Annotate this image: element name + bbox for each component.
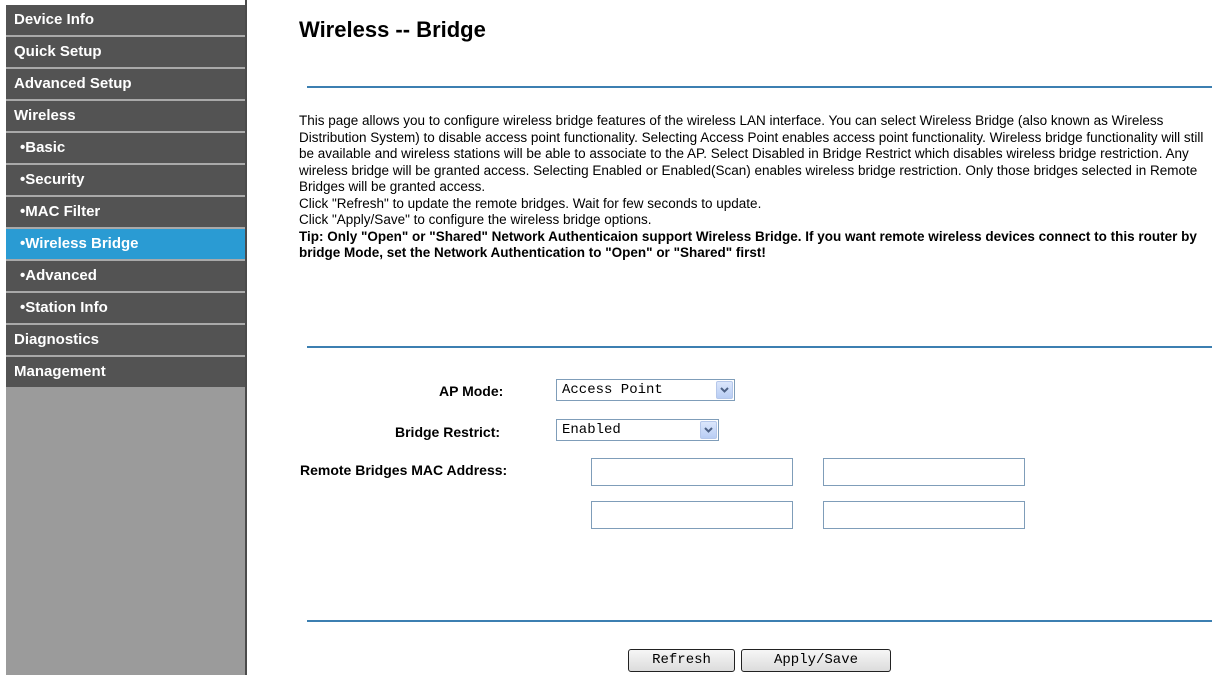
- mac-address-input-2[interactable]: [823, 458, 1025, 486]
- nav-management[interactable]: Management: [6, 357, 245, 387]
- page-title: Wireless -- Bridge: [299, 17, 486, 42]
- divider-top: [307, 86, 1212, 88]
- ap-mode-select[interactable]: Access Point: [556, 379, 735, 401]
- nav-wireless[interactable]: Wireless: [6, 101, 245, 131]
- nav-diagnostics[interactable]: Diagnostics: [6, 325, 245, 355]
- bridge-restrict-select[interactable]: Enabled: [556, 419, 719, 441]
- chevron-down-icon[interactable]: [716, 381, 733, 399]
- apply-save-button[interactable]: Apply/Save: [741, 649, 891, 672]
- chevron-down-icon[interactable]: [700, 421, 717, 439]
- nav-wireless-security[interactable]: •Security: [6, 165, 245, 195]
- mac-address-input-4[interactable]: [823, 501, 1025, 529]
- ap-mode-label: AP Mode:: [439, 383, 504, 399]
- divider-bottom: [307, 620, 1212, 622]
- bridge-restrict-value: Enabled: [562, 422, 621, 438]
- nav-advanced-setup[interactable]: Advanced Setup: [6, 69, 245, 99]
- page-description: This page allows you to configure wirele…: [299, 113, 1211, 262]
- refresh-instruction: Click "Refresh" to update the remote bri…: [299, 195, 762, 211]
- sidebar-divider: [245, 0, 247, 675]
- mac-address-input-3[interactable]: [591, 501, 793, 529]
- nav-wireless-station-info[interactable]: •Station Info: [6, 293, 245, 323]
- description-paragraph: This page allows you to configure wirele…: [299, 113, 1204, 194]
- nav-wireless-bridge[interactable]: •Wireless Bridge: [6, 229, 245, 259]
- bridge-restrict-label: Bridge Restrict:: [395, 424, 501, 440]
- apply-instruction: Click "Apply/Save" to configure the wire…: [299, 212, 652, 227]
- remote-mac-label: Remote Bridges MAC Address:: [300, 462, 508, 478]
- tip-text: Tip: Only "Open" or "Shared" Network Aut…: [299, 228, 1197, 261]
- nav-wireless-mac-filter[interactable]: •MAC Filter: [6, 197, 245, 227]
- sidebar: Device Info Quick Setup Advanced Setup W…: [6, 5, 245, 675]
- nav-wireless-advanced[interactable]: •Advanced: [6, 261, 245, 291]
- nav-wireless-basic[interactable]: •Basic: [6, 133, 245, 163]
- refresh-button[interactable]: Refresh: [628, 649, 735, 672]
- nav-quick-setup[interactable]: Quick Setup: [6, 37, 245, 67]
- divider-middle: [307, 346, 1212, 348]
- ap-mode-value: Access Point: [562, 382, 663, 398]
- mac-address-input-1[interactable]: [591, 458, 793, 486]
- nav-device-info[interactable]: Device Info: [6, 5, 245, 35]
